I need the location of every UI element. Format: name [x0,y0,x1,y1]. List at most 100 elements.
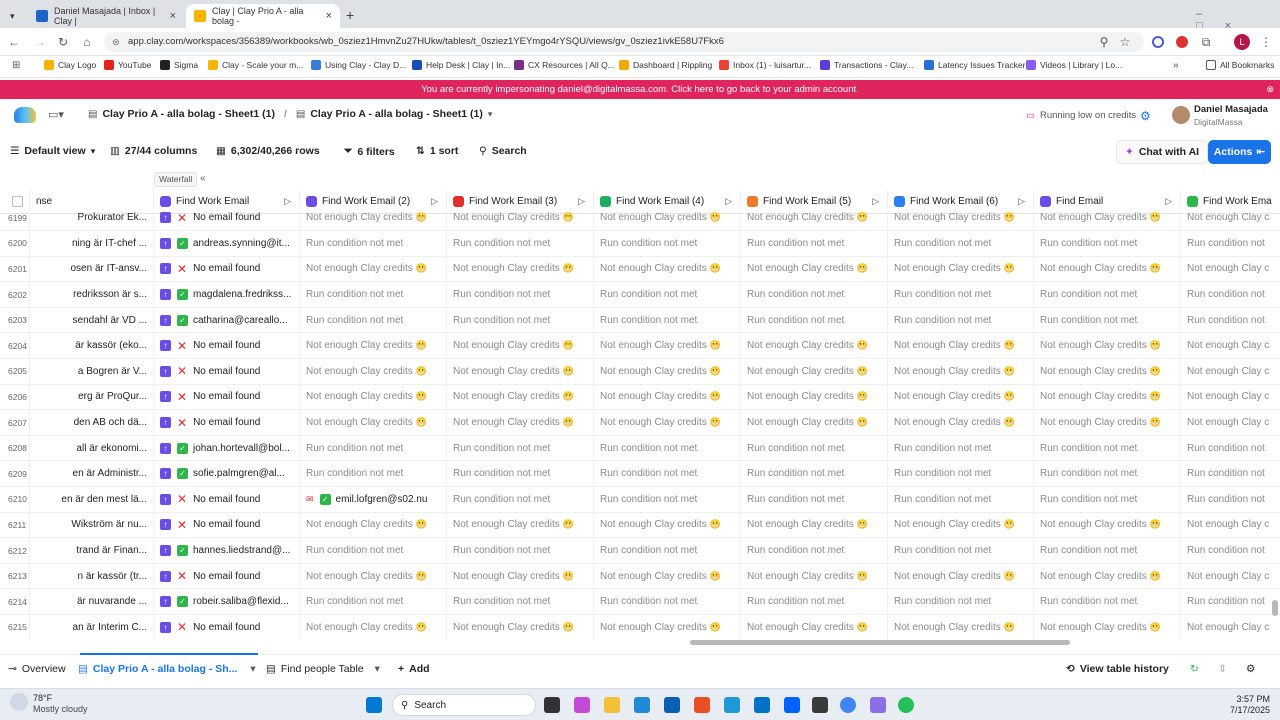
table-cell[interactable]: Not enough Clay credits 😬 [447,410,594,436]
sheet-tab[interactable]: ▤ Find people Table ▾ [266,663,380,675]
sort-button[interactable]: ⇅ 1 sort [416,145,458,157]
bookmark-item[interactable]: Help Desk | Clay | In... [412,60,510,70]
table-cell[interactable]: Not enough Clay credits 😬 [594,359,741,385]
menu-kebab-icon[interactable]: ⋮ [1258,34,1274,50]
table-cell[interactable]: Not enough Clay credits 😬 [594,512,741,539]
windows-start-icon[interactable] [366,697,382,713]
table-cell[interactable]: Run condition not met [300,538,447,564]
table-cell[interactable]: Not enough Clay credits 😬 [1034,256,1181,283]
table-cell[interactable]: Run condition not met [888,231,1034,257]
table-cell[interactable]: Not enough Clay credits 😬 [447,615,594,640]
table-cell[interactable]: ↑ ✕ No email found [154,410,300,436]
table-cell[interactable]: Not enough Clay credits 😬 [300,512,447,539]
filters-button[interactable]: ⏷ 6 filters [344,145,395,158]
table-cell[interactable]: Not enough Clay credits 😬 [300,359,447,385]
table-cell[interactable]: Not enough Clay credits 😬 [741,410,888,436]
chat-with-ai-button[interactable]: ✦ Chat with AI [1116,140,1209,164]
settings-icon[interactable]: ⚙ [1246,663,1255,675]
table-cell[interactable]: Not enough Clay credits 😬 [741,205,888,232]
table-cell[interactable]: Run condition not [1181,487,1280,513]
table-cell[interactable]: ↑ ✓ sofie.palmgren@al... [154,461,300,488]
table-cell[interactable]: ↑ ✕ No email found [154,512,300,539]
table-cell[interactable]: Run condition not met [888,589,1034,616]
table-cell[interactable]: Not enough Clay credits 😬 [741,359,888,385]
table-cell[interactable]: Run condition not met [741,435,888,462]
table-cell[interactable]: Not enough Clay c [1181,334,1280,360]
rows-button[interactable]: ▦ 6,302/40,266 rows [216,145,320,157]
browser-tab-clay[interactable]: Clay | Clay Prio A - alla bolag - × [186,4,340,28]
vertical-scrollbar[interactable] [1272,600,1278,616]
collapse-waterfall-icon[interactable]: « [200,173,206,184]
credits-warning[interactable]: ▭ Running low on credits [1026,110,1136,121]
zoom-icon[interactable]: ⚲ [1096,34,1112,50]
table-cell[interactable]: Run condition not met [447,461,594,488]
app-icon[interactable] [694,697,710,713]
table-cell[interactable]: Not enough Clay c [1181,615,1280,640]
table-cell[interactable]: ↑ ✕ No email found [154,256,300,283]
file-explorer-icon[interactable] [604,697,620,713]
table-cell[interactable]: Not enough Clay credits 😬 [1034,512,1181,539]
table-cell[interactable]: Run condition not met [1034,282,1181,308]
table-cell[interactable]: Not enough Clay credits 😬 [888,410,1034,436]
table-cell[interactable]: Not enough Clay credits 😬 [741,563,888,590]
bookmark-item[interactable]: Clay - Scale your m... [208,60,303,70]
table-cell[interactable]: Run condition not met [447,435,594,462]
chrome-icon[interactable] [840,697,856,713]
table-cell[interactable]: Not enough Clay c [1181,410,1280,436]
table-cell[interactable]: Run condition not met [447,589,594,616]
table-cell[interactable]: osen är IT-ansv... [30,256,154,283]
table-cell[interactable]: Run condition not met [594,487,741,513]
table-cell[interactable]: Run condition not met [594,461,741,488]
table-cell[interactable]: erg är ProQur... [30,384,154,411]
avatar[interactable] [1172,106,1190,124]
table-cell[interactable]: är nuvarande ... [30,589,154,616]
table-cell[interactable]: Run condition not met [741,282,888,308]
columns-button[interactable]: ▥ 27/44 columns [110,145,197,157]
table-cell[interactable]: Run condition not met [888,307,1034,334]
view-history-button[interactable]: ⟲ View table history [1066,663,1169,675]
table-cell[interactable]: den AB och dä... [30,410,154,436]
table-cell[interactable]: Not enough Clay credits 😬 [741,333,888,360]
table-cell[interactable]: Run condition not [1181,231,1280,257]
table-cell[interactable]: ↑ ✓ robeir.saliba@flexid... [154,589,300,616]
bookmark-item[interactable]: YouTube [104,60,151,70]
table-cell[interactable]: Run condition not met [300,461,447,488]
table-cell[interactable]: ↑ ✕ No email found [154,205,300,232]
mail-icon[interactable] [754,697,770,713]
table-cell[interactable]: ✉ ✓ emil.lofgren@s02.nu [300,487,447,513]
table-cell[interactable]: en är Administr... [30,461,154,488]
table-cell[interactable]: Not enough Clay credits 😬 [888,563,1034,590]
table-cell[interactable]: Not enough Clay credits 😬 [741,615,888,640]
table-cell[interactable]: Not enough Clay c [1181,359,1280,385]
bookmark-item[interactable]: Videos | Library | Lo... [1026,60,1122,70]
table-cell[interactable]: ning är IT-chef ... [30,231,154,257]
reload-icon[interactable]: ↻ [55,34,71,50]
table-cell[interactable]: sendahl är VD ... [30,307,154,334]
table-cell[interactable]: Run condition not [1181,538,1280,564]
table-cell[interactable]: Run condition not [1181,308,1280,334]
home-icon[interactable]: ⌂ [79,34,95,50]
table-cell[interactable]: Not enough Clay credits 😬 [594,563,741,590]
horizontal-scrollbar[interactable] [690,640,1070,645]
overview-tab[interactable]: ⊸ Overview [8,663,66,675]
weather-icon[interactable] [10,693,28,711]
table-cell[interactable]: Run condition not met [594,231,741,257]
table-cell[interactable]: ↑ ✕ No email found [154,384,300,411]
waterfall-badge[interactable]: Waterfall [154,172,198,187]
table-cell[interactable]: Run condition not met [447,538,594,564]
chevron-down-icon[interactable]: ▾ [250,663,255,675]
table-cell[interactable]: Run condition not met [594,435,741,462]
table-cell[interactable]: Run condition not met [594,589,741,616]
table-cell[interactable]: Run condition not met [741,487,888,513]
table-cell[interactable]: Run condition not met [594,538,741,564]
table-cell[interactable]: Run condition not met [888,487,1034,513]
table-cell[interactable]: Run condition not met [741,231,888,257]
bookmark-item[interactable]: CX Resources | All Q... [514,60,615,70]
table-cell[interactable]: Wikström är nu... [30,512,154,539]
table-cell[interactable]: ↑ ✕ No email found [154,359,300,385]
help-icon[interactable]: ⚙ [1140,109,1151,123]
table-cell[interactable]: Not enough Clay credits 😬 [888,333,1034,360]
forward-icon[interactable]: → [32,34,48,50]
table-cell[interactable]: Run condition not met [888,435,1034,462]
table-cell[interactable]: Run condition not met [741,461,888,488]
